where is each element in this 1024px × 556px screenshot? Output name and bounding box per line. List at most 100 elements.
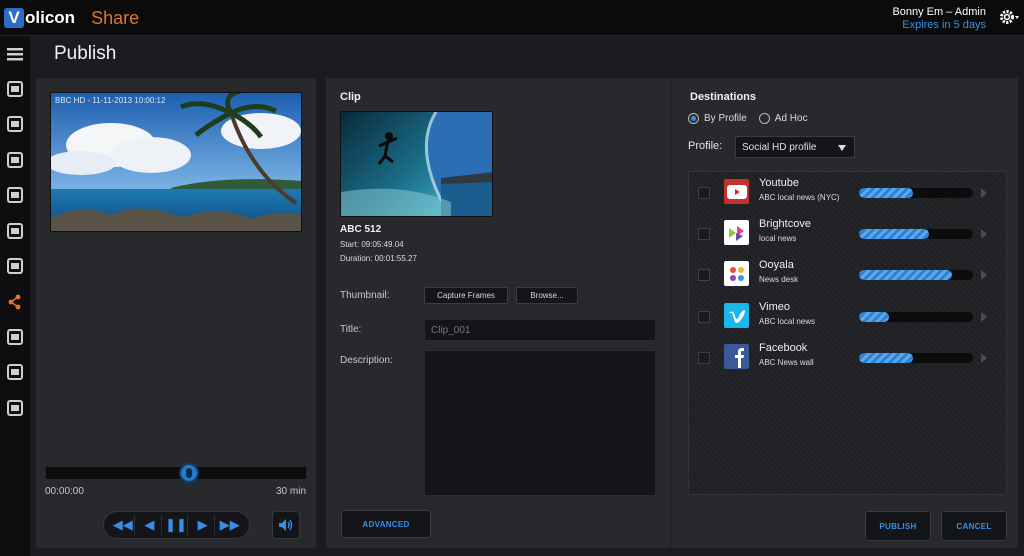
upload-progress-bar	[859, 312, 973, 322]
destination-mode: By Profile Ad Hoc	[688, 113, 808, 124]
profile-select[interactable]: Social HD profile	[735, 136, 855, 158]
clip-heading: Clip	[340, 91, 361, 103]
video-preview[interactable]: BBC HD - 11-11-2013 10:00:12	[50, 92, 302, 232]
sidebar	[0, 36, 30, 556]
surfer-thumbnail	[341, 112, 492, 216]
facebook-icon	[724, 344, 749, 369]
upload-progress-fill	[859, 353, 913, 363]
time-start: 00:00:00	[45, 486, 84, 497]
destination-list: Youtube ABC local news (NYC) Brightcove loc…	[688, 171, 1007, 495]
step-back-icon: ◀	[144, 517, 155, 532]
clip-thumbnail[interactable]	[340, 111, 493, 217]
bookmark-icon[interactable]	[6, 152, 24, 168]
step-forward-icon: ▶	[197, 517, 208, 532]
share-icon[interactable]	[6, 294, 24, 310]
cancel-button[interactable]: CANCEL	[941, 511, 1007, 541]
pause-icon: ❚❚	[165, 517, 187, 532]
export-icon[interactable]	[6, 187, 24, 203]
scrub-knob[interactable]	[179, 463, 199, 483]
destination-name: Vimeo	[759, 301, 790, 313]
upload-progress-bar	[859, 353, 973, 363]
user-info[interactable]: Bonny Em – Admin Expires in 5 days	[892, 6, 986, 32]
destination-account: News desk	[759, 275, 799, 284]
upload-progress-bar	[859, 229, 973, 239]
destination-checkbox[interactable]	[698, 352, 710, 364]
upload-progress-fill	[859, 270, 953, 280]
fast-forward-icon: ▶▶	[219, 517, 240, 532]
title-input[interactable]	[424, 319, 656, 341]
destination-account: ABC News wall	[759, 358, 814, 367]
page-title: Publish	[54, 43, 117, 64]
clock-icon[interactable]	[6, 329, 24, 345]
destination-checkbox[interactable]	[698, 311, 710, 323]
search-icon[interactable]	[6, 116, 24, 132]
chevron-down-icon	[838, 145, 846, 151]
publish-button[interactable]: PUBLISH	[865, 511, 931, 541]
license-expiry: Expires in 5 days	[902, 19, 986, 31]
advanced-button[interactable]: ADVANCED	[341, 510, 431, 538]
play-doc-icon[interactable]	[6, 258, 24, 274]
upload-progress-fill	[859, 229, 929, 239]
destination-checkbox[interactable]	[698, 187, 710, 199]
brightcove-icon	[724, 220, 749, 245]
by-profile-label: By Profile	[704, 113, 747, 124]
destination-name: Facebook	[759, 342, 808, 354]
chevron-right-icon[interactable]	[981, 188, 987, 198]
upload-progress-bar	[859, 270, 973, 280]
transfer-icon[interactable]	[6, 364, 24, 380]
scrub-bar[interactable]	[46, 467, 306, 479]
film-icon[interactable]	[6, 81, 24, 97]
app-logo[interactable]: V olicon Share	[4, 6, 139, 30]
speaker-icon	[279, 519, 293, 531]
clip-duration: Duration: 00:01:55.27	[340, 254, 417, 263]
upload-progress-fill	[859, 312, 889, 322]
beach-video-frame	[51, 93, 301, 231]
destination-row: Brightcove local news	[689, 216, 1008, 250]
chevron-right-icon[interactable]	[981, 312, 987, 322]
destinations-panel: Destinations By Profile Ad Hoc Profile: …	[671, 78, 1018, 548]
destination-row: Ooyala News desk	[689, 257, 1008, 291]
logo-text: olicon	[25, 8, 76, 27]
pause-button[interactable]: ❚❚	[164, 515, 189, 535]
destination-account: ABC local news (NYC)	[759, 193, 840, 202]
vimeo-icon	[724, 303, 749, 328]
menu-icon[interactable]	[6, 46, 24, 62]
fast-forward-button[interactable]: ▶▶	[218, 515, 242, 535]
volume-button[interactable]	[272, 511, 300, 539]
time-end: 30 min	[275, 486, 306, 497]
player-panel: BBC HD - 11-11-2013 10:00:12 00:00:00 30…	[36, 78, 316, 548]
clip-start: Start: 09:05:49.04	[340, 240, 404, 249]
chevron-right-icon[interactable]	[981, 270, 987, 280]
by-profile-radio[interactable]	[688, 113, 699, 124]
destination-name: Brightcove	[759, 218, 811, 230]
description-input[interactable]	[424, 350, 656, 496]
clip-panel: Clip ABC 512 Start: 09:05:49.04 Duration…	[326, 78, 670, 548]
browse-button[interactable]: Browse...	[516, 287, 578, 304]
destination-name: Youtube	[759, 177, 799, 189]
destination-name: Ooyala	[759, 259, 794, 271]
transport-controls: ◀◀ ◀ ❚❚ ▶ ▶▶	[103, 511, 250, 539]
gear-icon[interactable]	[998, 7, 1020, 27]
destination-checkbox[interactable]	[698, 269, 710, 281]
user-name: Bonny Em – Admin	[892, 6, 986, 18]
step-forward-button[interactable]: ▶	[191, 515, 216, 535]
video-overlay-text: BBC HD - 11-11-2013 10:00:12	[55, 96, 166, 105]
list-icon[interactable]	[6, 400, 24, 416]
destination-account: local news	[759, 234, 797, 243]
logo-mark: V	[4, 8, 24, 28]
clip-name: ABC 512	[340, 224, 382, 235]
description-label: Description:	[340, 355, 393, 366]
grid-icon[interactable]	[6, 223, 24, 239]
ad-hoc-radio[interactable]	[758, 113, 770, 124]
chevron-right-icon[interactable]	[981, 229, 987, 239]
youtube-icon	[724, 179, 749, 204]
destination-checkbox[interactable]	[698, 228, 710, 240]
top-bar: V olicon Share Bonny Em – Admin Expires …	[0, 0, 1024, 36]
chevron-right-icon[interactable]	[981, 353, 987, 363]
upload-progress-bar	[859, 188, 973, 198]
capture-frames-button[interactable]: Capture Frames	[424, 287, 508, 304]
step-back-button[interactable]: ◀	[138, 515, 162, 535]
destination-row: Vimeo ABC local news	[689, 299, 1008, 333]
title-label: Title:	[340, 324, 362, 335]
rewind-button[interactable]: ◀◀	[111, 515, 136, 535]
